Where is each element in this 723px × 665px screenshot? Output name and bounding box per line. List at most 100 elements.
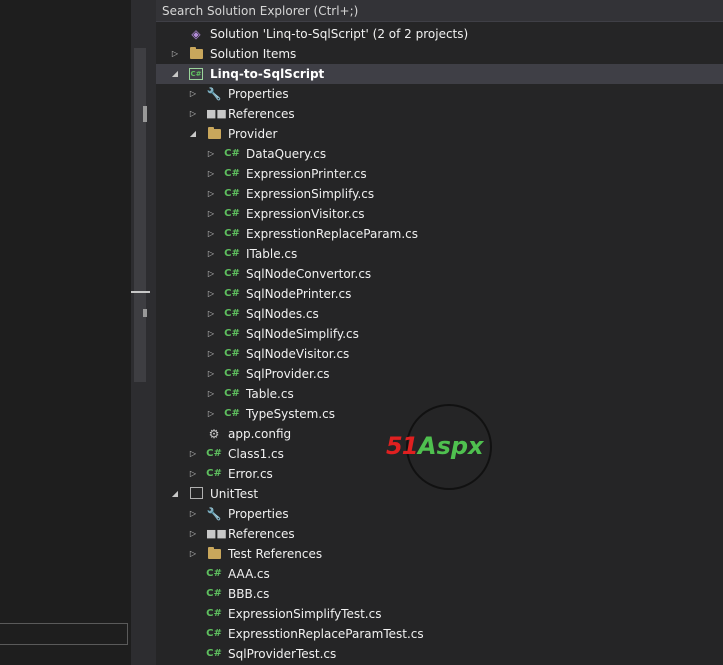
tree-item-expressionvisitor[interactable]: ▷ C# ExpressionVisitor.cs [156, 204, 723, 224]
tree-item-label: ExpressionSimplify.cs [246, 187, 375, 201]
csharp-file-icon: C# [224, 228, 240, 239]
solution-explorer: ◈ Solution 'Linq-to-SqlScript' (2 of 2 pr… [156, 0, 723, 665]
collapse-arrow-icon[interactable]: ◢ [168, 484, 182, 504]
tree-item-expresstionreplaceparam[interactable]: ▷ C# ExpresstionReplaceParam.cs [156, 224, 723, 244]
expand-arrow-icon[interactable]: ▷ [204, 164, 218, 184]
solution-icon: ◈ [191, 27, 201, 41]
editor-pane [0, 0, 150, 665]
tree-item-expressionprinter[interactable]: ▷ C# ExpressionPrinter.cs [156, 164, 723, 184]
watermark-brand-aspx: Aspx [418, 432, 484, 460]
tree-item-aaa[interactable]: C# AAA.cs [156, 564, 723, 584]
tree-item-label: ExpresstionReplaceParamTest.cs [228, 627, 424, 641]
tree-item-linq-to-sqlscript-project[interactable]: ◢ C# Linq-to-SqlScript [156, 64, 723, 84]
tree-item-label: AAA.cs [228, 567, 270, 581]
watermark-brand-51: 51 [386, 432, 418, 460]
tree-item-unittest-references[interactable]: ▷ ■■ References [156, 524, 723, 544]
tree-item-label: SqlNodeVisitor.cs [246, 347, 350, 361]
expand-arrow-icon[interactable]: ▷ [186, 104, 200, 124]
tree-item-sqlnodeconvertor[interactable]: ▷ C# SqlNodeConvertor.cs [156, 264, 723, 284]
expand-arrow-icon[interactable]: ▷ [186, 444, 200, 464]
tree-item-label: Test References [228, 547, 323, 561]
tree-item-solution-items[interactable]: ▷ Solution Items [156, 44, 723, 64]
tree-item-label: ExpresstionReplaceParam.cs [246, 227, 419, 241]
search-input[interactable] [156, 0, 716, 21]
tree-item-sqlprovider[interactable]: ▷ C# SqlProvider.cs [156, 364, 723, 384]
tree-item-expresstionreplaceparamtest[interactable]: C# ExpresstionReplaceParamTest.cs [156, 624, 723, 644]
scrollbar-caret-marker [131, 291, 150, 293]
folder-icon [206, 127, 222, 141]
tree-item-itable[interactable]: ▷ C# ITable.cs [156, 244, 723, 264]
collapse-arrow-icon[interactable]: ◢ [168, 64, 182, 84]
csharp-file-icon: C# [224, 268, 240, 279]
tree-item-table[interactable]: ▷ C# Table.cs [156, 384, 723, 404]
editor-scrollbar-thumb[interactable] [134, 48, 146, 382]
expand-arrow-icon[interactable]: ▷ [204, 284, 218, 304]
tree-item-references[interactable]: ▷ ■■ References [156, 104, 723, 124]
tree-item-label: References [228, 107, 295, 121]
expand-arrow-icon[interactable]: ▷ [204, 404, 218, 424]
csharp-file-icon: C# [206, 608, 222, 619]
tree-item-sqlnodesimplify[interactable]: ▷ C# SqlNodeSimplify.cs [156, 324, 723, 344]
tree-item-expressionsimplifytest[interactable]: C# ExpressionSimplifyTest.cs [156, 604, 723, 624]
tree-item-bbb[interactable]: C# BBB.cs [156, 584, 723, 604]
expand-arrow-icon[interactable]: ▷ [204, 304, 218, 324]
tree-item-label: References [228, 527, 295, 541]
tree-item-label: SqlNodeConvertor.cs [246, 267, 372, 281]
tree-item-label: Linq-to-SqlScript [210, 67, 325, 81]
expand-arrow-icon[interactable]: ▷ [204, 224, 218, 244]
folder-icon [206, 547, 222, 561]
expand-arrow-icon[interactable]: ▷ [186, 464, 200, 484]
csharp-file-icon: C# [224, 328, 240, 339]
expand-arrow-icon[interactable]: ▷ [204, 144, 218, 164]
expand-arrow-icon[interactable]: ▷ [186, 544, 200, 564]
tree-item-label: ExpressionSimplifyTest.cs [228, 607, 382, 621]
expand-arrow-icon[interactable]: ▷ [204, 364, 218, 384]
tree-item-label: TypeSystem.cs [246, 407, 335, 421]
tree-item-label: ExpressionPrinter.cs [246, 167, 367, 181]
expand-arrow-icon[interactable]: ▷ [186, 504, 200, 524]
folder-icon [188, 47, 204, 61]
tree-item-provider-folder[interactable]: ◢ Provider [156, 124, 723, 144]
wrench-icon: 🔧 [206, 507, 222, 521]
tree-item-sqlnodeprinter[interactable]: ▷ C# SqlNodePrinter.cs [156, 284, 723, 304]
tree-item-label: Table.cs [246, 387, 294, 401]
expand-arrow-icon[interactable]: ▷ [186, 524, 200, 544]
scrollbar-marker [143, 309, 147, 317]
tree-item-sqlnodes[interactable]: ▷ C# SqlNodes.cs [156, 304, 723, 324]
tree-item-sqlnodevisitor[interactable]: ▷ C# SqlNodeVisitor.cs [156, 344, 723, 364]
tree-item-label: BBB.cs [228, 587, 270, 601]
csharp-file-icon: C# [224, 308, 240, 319]
expand-arrow-icon[interactable]: ▷ [186, 84, 200, 104]
watermark-logo: 51 Aspx [386, 404, 514, 492]
expand-arrow-icon[interactable]: ▷ [204, 324, 218, 344]
tree-item-label: ExpressionVisitor.cs [246, 207, 365, 221]
tree-item-test-references[interactable]: ▷ Test References [156, 544, 723, 564]
expand-arrow-icon[interactable]: ▷ [204, 204, 218, 224]
solution-node[interactable]: ◈ Solution 'Linq-to-SqlScript' (2 of 2 pr… [156, 24, 723, 44]
tree-item-dataquery[interactable]: ▷ C# DataQuery.cs [156, 144, 723, 164]
csharp-file-icon: C# [206, 568, 222, 579]
expand-arrow-icon[interactable]: ▷ [204, 264, 218, 284]
csharp-file-icon: C# [206, 468, 222, 479]
expand-arrow-icon[interactable]: ▷ [168, 44, 182, 64]
expand-arrow-icon[interactable]: ▷ [204, 384, 218, 404]
tree-item-label: SqlNodeSimplify.cs [246, 327, 359, 341]
collapse-arrow-icon[interactable]: ◢ [186, 124, 200, 144]
tree-item-label: SqlProvider.cs [246, 367, 330, 381]
csharp-file-icon: C# [224, 388, 240, 399]
tree-item-label: SqlProviderTest.cs [228, 647, 337, 661]
csharp-file-icon: C# [206, 628, 222, 639]
tree-item-label: Properties [228, 87, 289, 101]
expand-arrow-icon[interactable]: ▷ [204, 344, 218, 364]
tree-item-sqlprovidertest[interactable]: C# SqlProviderTest.cs [156, 644, 723, 664]
expand-arrow-icon[interactable]: ▷ [204, 244, 218, 264]
tree-item-label: DataQuery.cs [246, 147, 327, 161]
tree-item-expressionsimplify[interactable]: ▷ C# ExpressionSimplify.cs [156, 184, 723, 204]
csharp-file-icon: C# [224, 248, 240, 259]
editor-input-box[interactable] [0, 623, 128, 645]
tree-item-label: UnitTest [210, 487, 259, 501]
expand-arrow-icon[interactable]: ▷ [204, 184, 218, 204]
tree-item-unittest-properties[interactable]: ▷ 🔧 Properties [156, 504, 723, 524]
search-box[interactable] [156, 0, 723, 22]
tree-item-properties[interactable]: ▷ 🔧 Properties [156, 84, 723, 104]
